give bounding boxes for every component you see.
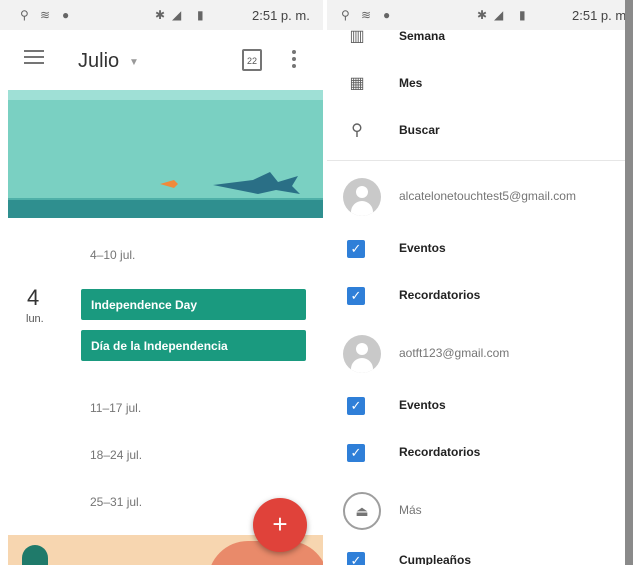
checkbox-checked-icon[interactable]: ✓ xyxy=(347,397,365,415)
app-bar: Julio ▼ 22 xyxy=(0,30,323,90)
add-event-button[interactable]: + xyxy=(253,498,307,552)
drawer-item-week[interactable]: ▥ Semana xyxy=(327,14,625,61)
checkbox-checked-icon[interactable]: ✓ xyxy=(347,552,365,565)
calendar-toggle-row[interactable]: ✓ Recordatorios xyxy=(327,430,625,477)
checkbox-checked-icon[interactable]: ✓ xyxy=(347,240,365,258)
usb-icon: ⚲ xyxy=(20,8,29,22)
drawer-item-label: Más xyxy=(399,503,422,517)
calendar-toggle-label: Eventos xyxy=(399,398,446,412)
more-calendars-icon: ⏏ xyxy=(343,492,381,530)
event-chip[interactable]: Día de la Independencia xyxy=(81,330,306,361)
calendar-toggle-label: Recordatorios xyxy=(399,445,481,459)
calendar-toggle-row[interactable]: ✓ Cumpleaños xyxy=(327,538,625,565)
calendar-toggle-row[interactable]: ✓ Eventos xyxy=(327,383,625,430)
signal-icon: ◢ xyxy=(172,8,182,22)
calendar-screen: ⚲ ≋ ● ✱ ◢ ▮ 2:51 p. m. Julio ▼ 22 4–10 j… xyxy=(0,0,323,565)
account-email: alcatelonetouchtest5@gmail.com xyxy=(399,189,576,203)
account-row: alcatelonetouchtest5@gmail.com xyxy=(327,174,625,221)
dropdown-icon[interactable]: ▼ xyxy=(129,57,139,68)
account-row: aotft123@gmail.com xyxy=(327,331,625,378)
calendar-toggle-label: Eventos xyxy=(399,241,446,255)
calendar-toggle-label: Recordatorios xyxy=(399,288,481,302)
month-banner-illustration xyxy=(8,90,323,218)
week-view-icon: ▥ xyxy=(349,28,365,45)
search-icon: ⚲ xyxy=(351,122,363,139)
avatar xyxy=(343,335,381,373)
status-bar: ⚲ ≋ ● ✱ ◢ ▮ 2:51 p. m. xyxy=(0,0,323,30)
drawer-item-label: Buscar xyxy=(399,123,440,137)
status-time: 2:51 p. m. xyxy=(252,8,310,23)
day-number: 4 xyxy=(27,285,40,310)
checkbox-checked-icon[interactable]: ✓ xyxy=(347,287,365,305)
month-view-icon: ▦ xyxy=(349,75,365,92)
drawer-item-more[interactable]: ⏏ Más xyxy=(327,488,625,535)
drawer-scrim[interactable] xyxy=(625,0,633,565)
week-range: 11–17 jul. xyxy=(90,401,142,415)
bluetooth-icon: ✱ xyxy=(155,8,166,22)
event-chip[interactable]: Independence Day xyxy=(81,289,306,320)
week-range: 25–31 jul. xyxy=(90,495,143,509)
drawer-item-label: Mes xyxy=(399,76,423,90)
android-icon: ● xyxy=(62,8,70,22)
drawer-screen: ⚲ ≋ ● ✱ ◢ ▮ 2:51 p. m ▥ Semana ▦ Mes ⚲ B… xyxy=(327,0,633,565)
calendar-toggle-label: Cumpleaños xyxy=(399,553,472,565)
account-email: aotft123@gmail.com xyxy=(399,346,510,360)
week-range: 18–24 jul. xyxy=(90,448,143,462)
checkbox-checked-icon[interactable]: ✓ xyxy=(347,444,365,462)
week-range: 4–10 jul. xyxy=(90,248,136,262)
calendar-toggle-row[interactable]: ✓ Eventos xyxy=(327,226,625,273)
avatar xyxy=(343,178,381,216)
day-weekday: lun. xyxy=(26,313,44,325)
menu-icon[interactable] xyxy=(24,50,44,66)
screenshot: ⚲ ≋ ● ✱ ◢ ▮ 2:51 p. m. Julio ▼ 22 4–10 j… xyxy=(0,0,633,565)
drawer-item-month[interactable]: ▦ Mes xyxy=(327,61,625,108)
wifi-icon: ≋ xyxy=(40,8,51,22)
drawer-item-search[interactable]: ⚲ Buscar xyxy=(327,108,625,155)
divider xyxy=(327,160,625,161)
today-calendar-icon[interactable]: 22 xyxy=(242,49,262,71)
month-selector[interactable]: Julio xyxy=(78,50,119,73)
navigation-drawer: ▥ Semana ▦ Mes ⚲ Buscar alcatelonetoucht… xyxy=(327,28,625,565)
drawer-item-label: Semana xyxy=(399,29,446,43)
overflow-menu-icon[interactable] xyxy=(292,50,298,70)
battery-icon: ▮ xyxy=(197,8,204,22)
calendar-toggle-row[interactable]: ✓ Recordatorios xyxy=(327,273,625,320)
